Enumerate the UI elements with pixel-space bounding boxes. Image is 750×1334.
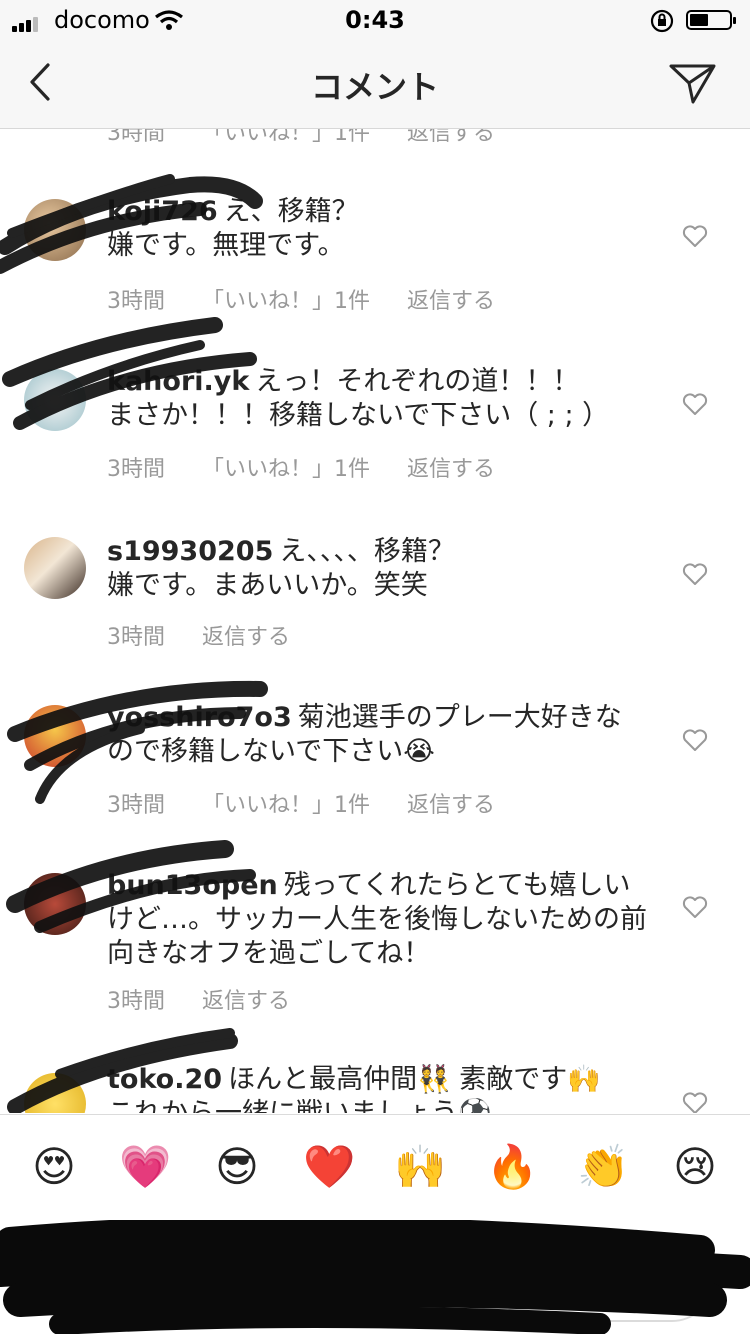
comment-item: yosshiro7o3 菊池選手のプレー大好きなので移籍しないで下さい😭 3時間 … xyxy=(0,701,750,841)
emoji-sunglasses[interactable]: 😎 xyxy=(211,1141,263,1193)
comment-text: bun13open 残ってくれたらとても嬉しいけど…。サッカー人生を後悔しないため… xyxy=(107,869,647,971)
comment-list[interactable]: 3時間 「いいね！」1件 返信する koji726 え、移籍？ 嫌です。無理です。… xyxy=(0,129,750,1113)
comment-meta: 3時間 「いいね！」1件 返信する xyxy=(107,451,525,483)
status-bar: docomo 0:43 xyxy=(0,0,750,40)
comment-time: 3時間 xyxy=(107,457,165,482)
direct-message-icon[interactable] xyxy=(668,62,718,106)
comment-meta: 3時間 「いいね！」1件 返信する xyxy=(107,283,525,315)
avatar[interactable] xyxy=(24,369,86,431)
comment-likes[interactable]: 「いいね！」1件 xyxy=(202,457,370,482)
comment-likes[interactable]: 「いいね！」1件 xyxy=(202,289,370,314)
comment-time: 3時間 xyxy=(107,129,165,146)
heart-icon[interactable] xyxy=(682,224,708,248)
comment-meta: 3時間 返信する xyxy=(107,619,320,651)
emoji-quick-bar: 😍 💗 😎 ❤️ 🙌 🔥 👏 😢 xyxy=(0,1114,750,1221)
navigation-bar: コメント xyxy=(0,40,750,129)
comment-item: kahori.yk えっ！それぞれの道！！！ まさか！！！移籍しないで下さい（ ;… xyxy=(0,361,750,501)
reply-button[interactable]: 返信する xyxy=(407,129,495,146)
comment-likes[interactable]: 「いいね！」1件 xyxy=(202,793,370,818)
reply-button[interactable]: 返信する xyxy=(407,289,495,314)
reply-button[interactable]: 返信する xyxy=(407,457,495,482)
comment-username[interactable]: kahori.yk xyxy=(107,366,249,397)
page-title: コメント xyxy=(310,68,439,106)
reply-button[interactable]: 返信する xyxy=(202,625,290,650)
redaction-scribble xyxy=(0,1220,750,1334)
comment-time: 3時間 xyxy=(107,625,165,650)
emoji-crying[interactable]: 😢 xyxy=(669,1141,721,1193)
emoji-red-heart[interactable]: ❤️ xyxy=(303,1141,355,1193)
avatar[interactable] xyxy=(24,1073,86,1113)
comment-username[interactable]: s19930205 xyxy=(107,536,273,567)
emoji-fire[interactable]: 🔥 xyxy=(486,1141,538,1193)
heart-icon[interactable] xyxy=(682,1091,708,1113)
comment-username[interactable]: bun13open xyxy=(107,870,278,901)
comment-item: koji726 え、移籍？ 嫌です。無理です。 3時間 「いいね！」1件 返信する xyxy=(0,191,750,331)
heart-icon[interactable] xyxy=(682,895,708,919)
emoji-pink-heart[interactable]: 💗 xyxy=(119,1141,171,1193)
emoji-raised-hands[interactable]: 🙌 xyxy=(394,1141,446,1193)
comment-meta: 3時間 「いいね！」1件 返信する xyxy=(107,787,525,819)
comment-text: kahori.yk えっ！それぞれの道！！！ まさか！！！移籍しないで下さい（ ;… xyxy=(107,365,647,433)
comment-text: s19930205 え、、、、移籍？ 嫌です。まあいいか。笑笑 xyxy=(107,535,647,603)
comment-meta-partial: 3時間 「いいね！」1件 返信する xyxy=(107,129,525,147)
comment-likes[interactable]: 「いいね！」1件 xyxy=(202,129,370,146)
emoji-heart-eyes[interactable]: 😍 xyxy=(28,1141,80,1193)
comment-input-area[interactable] xyxy=(0,1220,750,1334)
battery-icon xyxy=(686,10,736,30)
comment-time: 3時間 xyxy=(107,289,165,314)
comment-text: toko.20ほんと最高仲間👯 素敵です🙌 これから一緒に戦いましょう⚽ xyxy=(107,1063,647,1113)
comment-meta: 3時間 返信する xyxy=(107,983,320,1015)
rotation-lock-icon xyxy=(650,9,674,33)
comment-username[interactable]: toko.20 xyxy=(107,1064,222,1095)
heart-icon[interactable] xyxy=(682,392,708,416)
comment-text: koji726 え、移籍？ 嫌です。無理です。 xyxy=(107,195,647,263)
avatar[interactable] xyxy=(24,873,86,935)
avatar[interactable] xyxy=(24,537,86,599)
comment-item: toko.20ほんと最高仲間👯 素敵です🙌 これから一緒に戦いましょう⚽ xyxy=(0,1063,750,1113)
comment-username[interactable]: yosshiro7o3 xyxy=(107,702,292,733)
status-time: 0:43 xyxy=(345,6,405,34)
emoji-clapping[interactable]: 👏 xyxy=(577,1141,629,1193)
avatar[interactable] xyxy=(24,199,86,261)
comment-item: s19930205 え、、、、移籍？ 嫌です。まあいいか。笑笑 3時間 返信する xyxy=(0,531,750,671)
heart-icon[interactable] xyxy=(682,728,708,752)
avatar[interactable] xyxy=(24,705,86,767)
comment-text: yosshiro7o3 菊池選手のプレー大好きなので移籍しないで下さい😭 xyxy=(107,701,647,769)
comment-time: 3時間 xyxy=(107,989,165,1014)
comment-time: 3時間 xyxy=(107,793,165,818)
reply-button[interactable]: 返信する xyxy=(407,793,495,818)
comment-username[interactable]: koji726 xyxy=(107,196,218,227)
heart-icon[interactable] xyxy=(682,562,708,586)
reply-button[interactable]: 返信する xyxy=(202,989,290,1014)
comment-item: bun13open 残ってくれたらとても嬉しいけど…。サッカー人生を後悔しないため… xyxy=(0,869,750,1039)
